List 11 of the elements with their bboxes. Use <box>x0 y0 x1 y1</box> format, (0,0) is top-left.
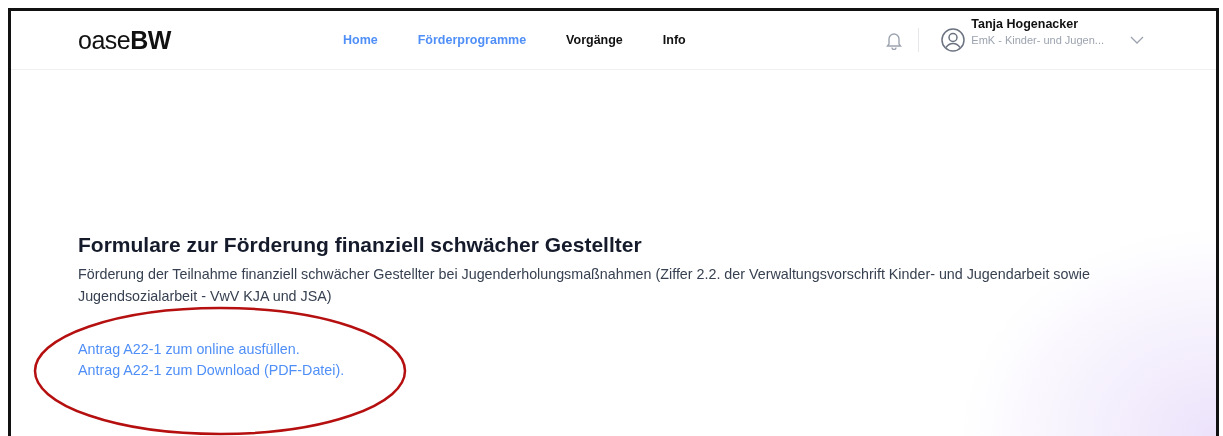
form-link[interactable]: Antrag A22-1 zum Download (PDF-Datei). <box>78 362 1216 378</box>
nav-link[interactable]: Info <box>662 33 686 47</box>
page-title: Formulare zur Förderung finanziell schwächer Gestellter <box>78 233 643 257</box>
form-link[interactable]: Antrag A22-1 zum online ausfüllen. <box>78 341 1216 357</box>
nav-link[interactable]: Home <box>343 33 378 47</box>
nav-link[interactable]: Vorgänge <box>566 33 623 47</box>
organisation-name: EmK - Kinder- und Jugen... <box>971 33 1104 46</box>
nav-link[interactable]: Förderprogramme <box>417 33 527 47</box>
user-name: Tanja Hogenacker <box>971 16 1080 31</box>
logo[interactable]: oaseBW <box>78 25 343 55</box>
description-text: Förderung der Teilnahme finanziell schwächer Gestellter bei Jugenderholungsmaßnahmen (Ziffer 2.2. der Verwaltungsvorschrift Kinder- und Jugendarbeit sowie Jugendsozialarbeit - VwV KJA und JSA) <box>78 265 1091 306</box>
